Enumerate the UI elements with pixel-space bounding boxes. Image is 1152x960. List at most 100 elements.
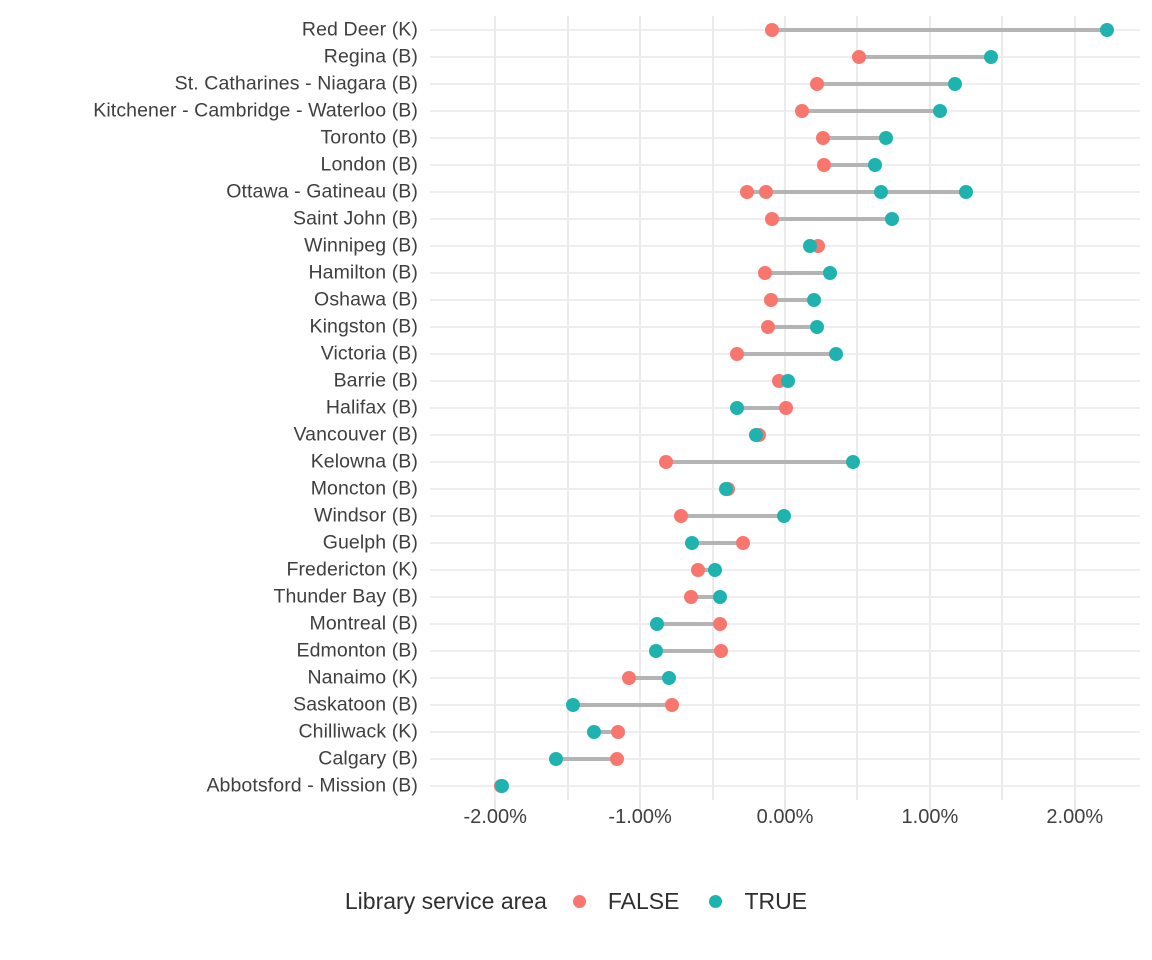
y-axis-label: Moncton (B) <box>310 477 418 500</box>
data-point-true[interactable] <box>708 563 723 578</box>
data-point-true[interactable] <box>749 428 764 443</box>
gridline-vertical <box>1001 16 1004 800</box>
data-point-true[interactable] <box>662 671 677 686</box>
data-point-true[interactable] <box>776 509 791 524</box>
data-point-true[interactable] <box>685 536 700 551</box>
data-point-true[interactable] <box>802 238 817 253</box>
data-point-true[interactable] <box>933 103 948 118</box>
data-point-true[interactable] <box>846 455 861 470</box>
legend: Library service area FALSE TRUE <box>0 888 1152 915</box>
data-point-false[interactable] <box>712 617 727 632</box>
data-point-false[interactable] <box>683 590 698 605</box>
dumbbell-connector <box>747 189 967 194</box>
data-point-true[interactable] <box>718 482 733 497</box>
data-point-true[interactable] <box>959 184 974 199</box>
data-point-true[interactable] <box>885 211 900 226</box>
dumbbell-connector <box>764 270 830 275</box>
y-axis-label: Windsor (B) <box>313 504 418 527</box>
dumbbell-connector <box>858 54 991 59</box>
data-point-false[interactable] <box>659 455 674 470</box>
y-axis-label: Nanaimo (K) <box>307 666 418 689</box>
y-axis-label: London (B) <box>320 153 418 176</box>
legend-swatch-true-icon <box>709 895 723 908</box>
data-point-false[interactable] <box>815 130 830 145</box>
data-point-false[interactable] <box>851 49 866 64</box>
y-axis-label: Regina (B) <box>323 45 418 68</box>
x-axis-tick-label: 2.00% <box>1046 806 1104 828</box>
data-point-true[interactable] <box>806 292 821 307</box>
data-point-true[interactable] <box>780 373 795 388</box>
x-axis-tick-label: -1.00% <box>608 806 672 828</box>
data-point-false[interactable] <box>621 671 636 686</box>
dumbbell-connector <box>771 27 1107 32</box>
data-point-true[interactable] <box>879 130 894 145</box>
data-point-false[interactable] <box>609 752 624 767</box>
legend-item-true[interactable]: TRUE <box>709 888 807 915</box>
y-axis-label: Victoria (B) <box>320 342 418 365</box>
data-point-false[interactable] <box>760 319 775 334</box>
data-point-true[interactable] <box>1099 22 1114 37</box>
y-axis-label: Fredericton (K) <box>286 558 418 581</box>
data-point-true[interactable] <box>822 265 837 280</box>
legend-item-false[interactable]: FALSE <box>572 888 680 915</box>
x-axis-tick-label: -2.00% <box>463 806 527 828</box>
dumbbell-connector <box>822 135 887 140</box>
data-point-true[interactable] <box>712 590 727 605</box>
y-axis-label: Oshawa (B) <box>314 288 418 311</box>
y-axis-label: Vancouver (B) <box>293 423 418 446</box>
data-point-true[interactable] <box>947 76 962 91</box>
data-point-true[interactable] <box>566 698 581 713</box>
data-point-true[interactable] <box>586 725 601 740</box>
plot-area <box>430 16 1140 800</box>
legend-label-true: TRUE <box>744 888 808 914</box>
data-point-true[interactable] <box>730 401 745 415</box>
data-point-true[interactable] <box>495 779 510 794</box>
y-axis-label: Calgary (B) <box>318 747 418 770</box>
data-point-true[interactable] <box>983 49 998 64</box>
data-point-false[interactable] <box>664 698 679 713</box>
data-point-false[interactable] <box>740 184 755 199</box>
data-point-true[interactable] <box>873 184 888 199</box>
dumbbell-connector <box>771 216 893 221</box>
gridline-vertical <box>928 16 931 800</box>
data-point-false[interactable] <box>764 22 779 37</box>
legend-label-false: FALSE <box>607 888 680 914</box>
data-point-false[interactable] <box>779 401 794 415</box>
data-point-false[interactable] <box>764 211 779 226</box>
dumbbell-connector <box>802 108 941 113</box>
y-axis-label: Red Deer (K) <box>301 18 418 41</box>
dumbbell-chart: Red Deer (K) Regina (B) St. Catharines - N… <box>0 0 1152 960</box>
legend-swatch-false-icon <box>572 895 586 908</box>
y-axis-label: Abbotsford - Mission (B) <box>206 774 418 797</box>
data-point-true[interactable] <box>828 346 843 361</box>
data-point-false[interactable] <box>795 103 810 118</box>
y-axis-label: Chilliwack (K) <box>298 720 418 743</box>
data-point-false[interactable] <box>611 725 626 740</box>
y-axis-label: Halifax (B) <box>325 396 418 419</box>
y-axis-label: Barrie (B) <box>333 369 418 392</box>
data-point-false[interactable] <box>759 184 774 199</box>
dumbbell-connector <box>666 460 854 465</box>
data-point-false[interactable] <box>714 644 729 659</box>
data-point-true[interactable] <box>867 157 882 172</box>
data-point-false[interactable] <box>763 292 778 307</box>
data-point-false[interactable] <box>735 536 750 551</box>
data-point-true[interactable] <box>809 319 824 334</box>
y-axis-label: Edmonton (B) <box>296 639 418 662</box>
y-axis-label: Toronto (B) <box>320 126 418 149</box>
y-axis-label: Thunder Bay (B) <box>273 585 418 608</box>
dumbbell-connector <box>573 703 672 708</box>
data-point-false[interactable] <box>757 265 772 280</box>
data-point-false[interactable] <box>809 76 824 91</box>
legend-title: Library service area <box>344 888 547 914</box>
data-point-false[interactable] <box>730 346 745 361</box>
data-point-true[interactable] <box>650 617 665 632</box>
data-point-true[interactable] <box>649 644 664 659</box>
data-point-false[interactable] <box>673 509 688 524</box>
data-point-false[interactable] <box>817 157 832 172</box>
data-point-true[interactable] <box>549 752 564 767</box>
gridline-vertical <box>566 16 569 800</box>
x-axis-tick-label: 1.00% <box>901 806 959 828</box>
data-point-false[interactable] <box>691 563 706 578</box>
y-axis-label: Ottawa - Gatineau (B) <box>226 180 418 203</box>
